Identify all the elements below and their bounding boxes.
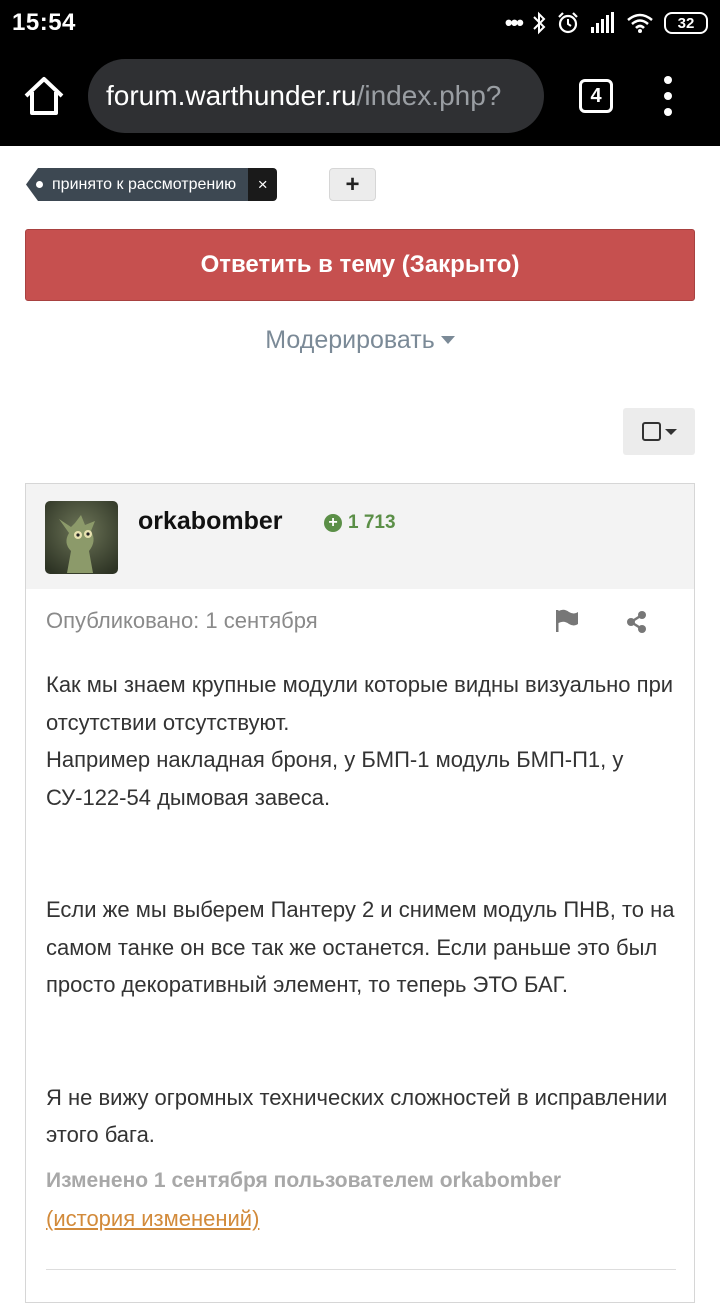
flag-icon[interactable] <box>554 609 580 633</box>
edited-note: Изменено 1 сентября пользователем orkabo… <box>46 1169 562 1192</box>
post-paragraph: Если же мы выберем Пантеру 2 и снимем мо… <box>46 897 675 997</box>
post-content: Как мы знаем крупные модули которые видн… <box>46 666 676 1154</box>
post-header: orkabomber + 1 713 <box>26 484 694 589</box>
avatar[interactable] <box>45 501 118 574</box>
tab-switcher-button[interactable]: 4 <box>579 79 613 113</box>
share-icon[interactable] <box>626 610 648 634</box>
multiselect-button[interactable] <box>623 408 695 455</box>
status-time: 15:54 <box>12 9 76 36</box>
tag-label-container[interactable]: принято к рассмотрению <box>26 168 249 201</box>
edit-history-link[interactable]: (история изменений) <box>46 1206 259 1232</box>
reputation-value: 1 713 <box>348 512 396 533</box>
post-paragraph: Я не вижу огромных технических сложносте… <box>46 1084 668 1148</box>
more-notifications-icon: ••• <box>504 10 524 35</box>
battery-icon: 32 <box>664 12 708 34</box>
reputation-badge: + 1 713 <box>324 512 396 534</box>
tag-remove-button[interactable]: × <box>248 168 278 201</box>
wifi-icon <box>627 13 653 33</box>
tag-label: принято к рассмотрению <box>52 175 237 193</box>
plus-icon: + <box>324 514 342 532</box>
post-paragraph: Например накладная броня, у БМП-1 модуль… <box>46 747 624 810</box>
moderate-label: Модерировать <box>265 326 435 354</box>
url-host: forum.warthunder.ru <box>106 80 357 111</box>
url-path: /index.php? <box>356 80 502 111</box>
home-icon[interactable] <box>22 74 66 118</box>
tag-hole-icon <box>36 181 43 188</box>
checkbox-icon <box>641 422 661 441</box>
status-icons: ••• 32 <box>505 8 708 38</box>
topic-tag[interactable]: принято к рассмотрению × <box>26 168 278 201</box>
signal-icon <box>591 12 614 33</box>
bluetooth-icon <box>533 11 546 35</box>
post-author[interactable]: orkabomber <box>138 507 282 536</box>
caret-down-icon <box>664 428 677 435</box>
post-paragraph: Как мы знаем крупные модули которые видн… <box>46 672 674 735</box>
alarm-icon <box>558 12 578 34</box>
reply-topic-button[interactable]: Ответить в тему (Закрыто) <box>25 229 695 301</box>
post-date[interactable]: Опубликовано: 1 сентября <box>46 608 318 634</box>
address-bar[interactable]: forum.warthunder.ru/index.php? <box>88 59 544 133</box>
overflow-menu-icon[interactable] <box>660 76 676 116</box>
add-tag-button[interactable]: + <box>329 168 376 201</box>
caret-down-icon <box>440 335 455 344</box>
browser-toolbar: forum.warthunder.ru/index.php? 4 <box>0 46 720 146</box>
forum-post: orkabomber + 1 713 Опубликовано: 1 сентя… <box>25 483 695 1303</box>
moderate-dropdown[interactable]: Модерировать <box>0 326 720 355</box>
status-bar: 15:54 ••• 32 <box>0 0 720 46</box>
post-divider <box>46 1269 676 1270</box>
